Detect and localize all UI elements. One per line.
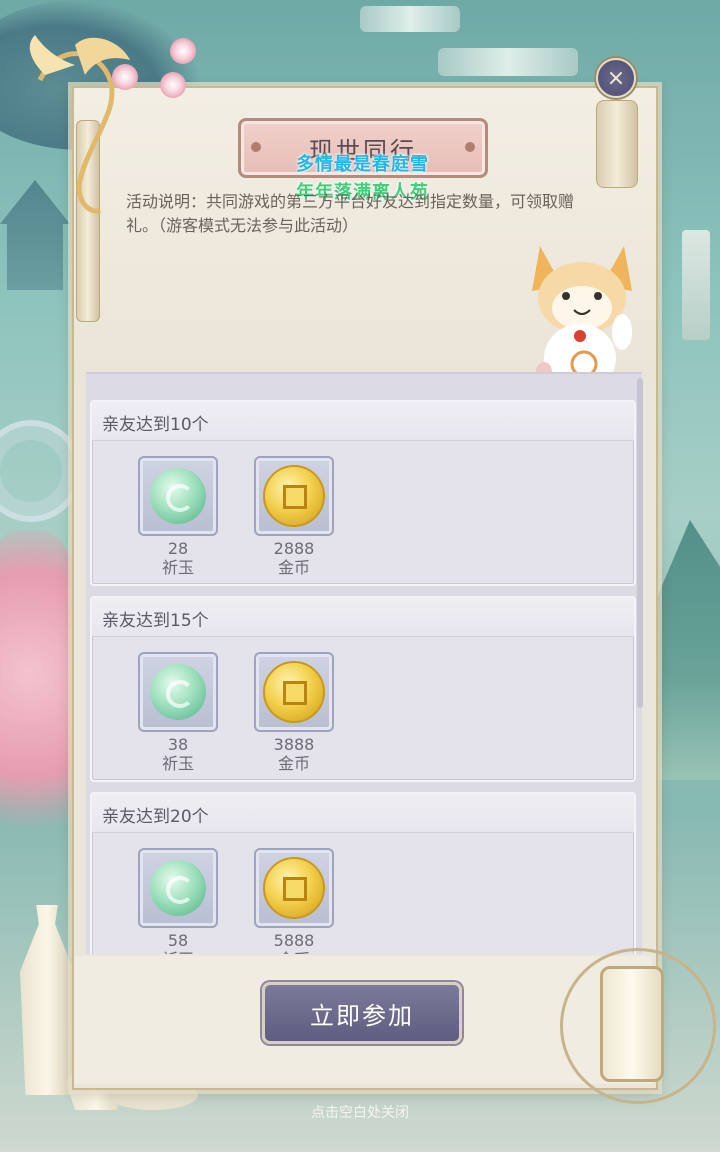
- blossom-icon: [112, 64, 138, 90]
- tier-title: 亲友达到20个: [102, 807, 209, 827]
- reward-item-jade[interactable]: 38 祈玉: [138, 652, 218, 774]
- tier-title: 亲友达到10个: [102, 415, 209, 435]
- gold-coin-icon: [263, 857, 325, 919]
- scroll-decoration: [438, 48, 578, 76]
- reward-item-gold[interactable]: 3888 金币: [254, 652, 334, 774]
- reward-icon-frame: [254, 652, 334, 732]
- blossom-icon: [160, 72, 186, 98]
- blossom-icon: [170, 38, 196, 64]
- event-description: 活动说明：共同游戏的第三方平台好友达到指定数量，可领取赠礼。（游客模式无法参与此…: [126, 192, 575, 235]
- join-now-button[interactable]: 立即参加: [262, 982, 462, 1044]
- overlay-text-line-1: 多情最是春庭雪: [296, 154, 429, 175]
- reward-count: 28: [167, 539, 189, 558]
- banner-dot-icon: [465, 142, 475, 152]
- reward-name: 金币: [254, 950, 334, 954]
- lantern-decoration: [600, 966, 664, 1082]
- reward-icon-frame: [138, 652, 218, 732]
- scroll-decoration: [360, 6, 460, 32]
- reward-count: 5888: [273, 931, 315, 950]
- reward-name: 祈玉: [161, 754, 194, 773]
- gold-coin-icon: [263, 465, 325, 527]
- reward-item-gold[interactable]: 5888 金币: [254, 848, 334, 954]
- reward-icon-frame: [254, 848, 334, 928]
- reward-item-gold[interactable]: 2888 金币: [254, 456, 334, 578]
- reward-tier-20: 亲友达到20个 58 祈玉 5888 金币: [90, 792, 636, 954]
- jade-icon: [150, 468, 206, 524]
- reward-count: 38: [167, 735, 189, 754]
- hanging-lantern: [682, 230, 710, 340]
- reward-icon-frame: [138, 456, 218, 536]
- banner-dot-icon: [251, 142, 261, 152]
- reward-count: 3888: [273, 735, 315, 754]
- tier-header: 亲友达到20个: [92, 794, 634, 833]
- reward-name: 祈玉: [161, 558, 194, 577]
- reward-list[interactable]: 亲友达到10个 28 祈玉 2888 金币 亲友达到15个 38 祈玉 3888…: [86, 372, 642, 954]
- tier-header: 亲友达到10个: [92, 402, 634, 441]
- close-button[interactable]: ×: [596, 58, 636, 98]
- reward-item-jade[interactable]: 58 祈玉: [138, 848, 218, 954]
- gold-coin-icon: [263, 661, 325, 723]
- reward-name: 祈玉: [138, 950, 218, 954]
- reward-tier-15: 亲友达到15个 38 祈玉 3888 金币: [90, 596, 636, 782]
- reward-name: 金币: [277, 754, 310, 773]
- jade-icon: [150, 664, 206, 720]
- reward-count: 2888: [273, 539, 315, 558]
- reward-name: 金币: [277, 558, 310, 577]
- reward-icon-frame: [254, 456, 334, 536]
- reward-item-jade[interactable]: 28 祈玉: [138, 456, 218, 578]
- wheel: [0, 420, 82, 522]
- reward-tier-10: 亲友达到10个 28 祈玉 2888 金币: [90, 400, 636, 586]
- close-hint[interactable]: 点击空白处关闭: [0, 1102, 720, 1122]
- lantern-top-right: [596, 100, 638, 188]
- vase: [20, 905, 74, 1095]
- close-icon: ×: [606, 65, 626, 91]
- jade-icon: [150, 860, 206, 916]
- tier-title: 亲友达到15个: [102, 611, 209, 631]
- tier-header: 亲友达到15个: [92, 598, 634, 637]
- scrollbar[interactable]: [637, 378, 643, 708]
- reward-count: 58: [167, 931, 189, 950]
- reward-icon-frame: [138, 848, 218, 928]
